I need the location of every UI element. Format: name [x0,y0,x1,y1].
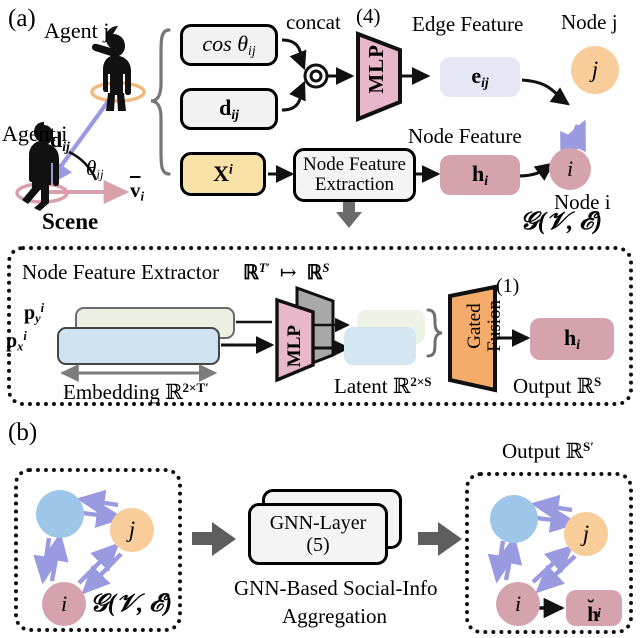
node-j-label: Node j [561,10,618,34]
extractor-output-box[interactable]: hi [530,318,614,360]
gnn-layer-equation-number: (5) [306,534,330,556]
node-feature-title: Node Feature [408,124,522,148]
panel-a-label: (a) [8,5,36,32]
output-graph-node-i[interactable]: i [496,582,540,626]
mlp-equation-number: (4) [356,4,381,28]
graph-node-i[interactable]: i [549,148,591,190]
d-ij-vector-label: dij [50,127,70,154]
scene-label: Scene [42,209,99,234]
input-graph-node-blue[interactable] [36,490,84,538]
gnn-caption-line1: GNN-Based Social-Info [234,576,438,600]
gated-fusion-label: Gated Fusion [464,300,505,352]
gnn-layer-label: GNN-Layer [269,512,367,534]
extractor-mlp-label: MLP [284,325,305,368]
edge-feature-title: Edge Feature [412,12,524,36]
mlp-label: MLP [364,44,388,94]
gnn-layer-box[interactable]: GNN-Layer (5) [248,503,388,565]
node-feature-extraction-box[interactable]: Node Feature Extraction [293,148,416,202]
input-graph-symbol: 𝒢(𝒱, ℰ) [90,590,173,617]
embedding-px-bar[interactable] [57,327,220,365]
input-graph-node-j[interactable]: j [110,508,154,552]
x-i-box[interactable]: Xi [180,152,266,196]
gnn-caption-line2: Aggregation [282,604,387,628]
p-y-label: pyi [24,301,45,326]
extractor-output-label: Output ℝS [513,374,602,399]
embedding-label: Embedding ℝ2×T′ [63,380,209,405]
latent-x-bar[interactable] [344,327,416,365]
output-graph-node-j[interactable]: j [564,512,608,556]
extractor-title: Node Feature Extractor [22,260,220,284]
input-graph-node-i[interactable]: i [42,582,86,626]
figure-root: (a) Agent j Agent i dij θij vi Scene cos… [0,0,640,638]
concat-label: concat [286,10,341,34]
agent-j-label: Agent j [44,18,110,43]
d-ij-box[interactable]: dij [180,88,278,130]
theta-ij-label: θij [86,156,104,182]
graph-symbol-a: 𝒢(𝒱, ℰ) [520,208,603,235]
output-graph-label: Output ℝS′ [502,439,594,464]
p-x-label: pxi [6,329,27,354]
graph-node-j[interactable]: j [571,46,619,94]
extractor-mapping: ℝT′ ↦ ℝS [243,261,330,284]
edge-feature-box[interactable]: eij [440,57,520,97]
output-graph-node-blue[interactable] [490,495,538,543]
latent-label: Latent ℝ2×S [334,374,432,399]
cos-theta-box[interactable]: cos θij [180,24,278,66]
output-h-tilde-box[interactable]: ˘ h i [566,590,622,626]
velocity-label: vi [130,178,145,204]
node-feature-box[interactable]: hi [440,155,520,195]
gated-fusion-equation-number: (1) [496,275,520,297]
panel-b-label: (b) [8,419,38,446]
